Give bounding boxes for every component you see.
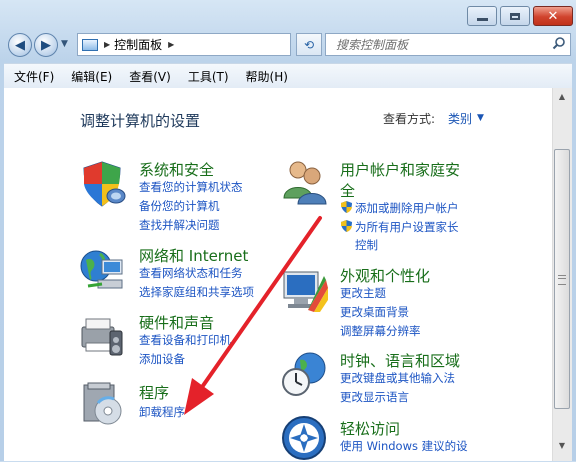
refresh-button[interactable]: ⟲ (296, 33, 322, 56)
uac-shield-icon (341, 220, 352, 232)
link-windows-suggested-settings[interactable]: 使用 Windows 建议的设 (340, 437, 468, 456)
annotation-arrow (184, 216, 322, 415)
link-parental-controls-label[interactable]: 为所有用户设置家长 (355, 220, 459, 234)
programs-icon[interactable] (78, 379, 126, 427)
link-add-remove-users-label[interactable]: 添加或删除用户帐户 (355, 201, 459, 215)
scroll-grip (558, 275, 566, 285)
system-security-icon[interactable] (78, 160, 126, 208)
minimize-icon (476, 17, 488, 21)
search-icon[interactable] (552, 36, 570, 54)
ease-of-access-icon[interactable] (280, 414, 328, 462)
user-accounts-icon[interactable] (280, 158, 328, 206)
maximize-icon (510, 12, 520, 20)
link-change-display-language[interactable]: 更改显示语言 (340, 388, 409, 407)
category-system-security[interactable]: 系统和安全 (139, 159, 214, 180)
view-by-dropdown[interactable]: 类别 (448, 110, 472, 127)
view-by-label: 查看方式: (383, 112, 436, 126)
scroll-up-button[interactable]: ▲ (553, 89, 571, 105)
address-bar[interactable]: ▶ 控制面板 ▶ (77, 33, 291, 56)
back-button[interactable]: ◀ (8, 33, 32, 57)
breadcrumb-separator[interactable]: ▶ (104, 40, 110, 49)
category-ease-of-access[interactable]: 轻松访问 (340, 418, 400, 439)
scroll-grip (558, 278, 566, 279)
forward-arrow-icon: ▶ (41, 37, 51, 53)
menu-view[interactable]: 查看(V) (119, 68, 178, 85)
link-parental-controls[interactable]: 为所有用户设置家长 (340, 218, 459, 237)
menu-tools[interactable]: 工具(T) (178, 68, 236, 85)
back-arrow-icon: ◀ (15, 37, 25, 53)
link-adjust-resolution[interactable]: 调整屏幕分辨率 (340, 322, 421, 341)
link-change-keyboard[interactable]: 更改键盘或其他输入法 (340, 369, 455, 388)
link-change-theme[interactable]: 更改主题 (340, 284, 386, 303)
control-panel-icon (82, 38, 98, 51)
uac-shield-icon (341, 201, 352, 213)
recent-pages-dropdown[interactable]: ▼ (61, 39, 71, 51)
search-box[interactable] (325, 33, 571, 56)
link-view-computer-status[interactable]: 查看您的计算机状态 (139, 178, 243, 197)
dropdown-caret-icon[interactable]: ▼ (477, 113, 484, 123)
breadcrumb-separator[interactable]: ▶ (168, 40, 174, 49)
page-title: 调整计算机的设置 (80, 112, 201, 130)
category-clock-language-region[interactable]: 时钟、语言和区域 (340, 350, 460, 371)
menu-bar: 文件(F) 编辑(E) 查看(V) 工具(T) 帮助(H) (4, 63, 572, 89)
search-input[interactable] (334, 36, 552, 53)
scroll-down-button[interactable]: ▼ (553, 438, 571, 454)
link-change-desktop-background[interactable]: 更改桌面背景 (340, 303, 409, 322)
menu-file[interactable]: 文件(F) (4, 68, 61, 85)
category-appearance[interactable]: 外观和个性化 (340, 265, 430, 286)
minimize-button[interactable] (467, 6, 497, 26)
category-user-accounts-cont[interactable]: 全 (340, 180, 355, 201)
link-parental-controls-cont[interactable]: 控制 (355, 236, 378, 255)
menu-help[interactable]: 帮助(H) (236, 68, 295, 85)
menu-edit[interactable]: 编辑(E) (61, 68, 119, 85)
close-button[interactable]: ✕ (533, 6, 573, 26)
close-icon: ✕ (547, 8, 559, 24)
hardware-sound-icon[interactable] (78, 311, 126, 359)
breadcrumb-control-panel[interactable]: 控制面板 (114, 36, 162, 53)
link-add-remove-users[interactable]: 添加或删除用户帐户 (340, 199, 459, 218)
maximize-button[interactable] (500, 6, 530, 26)
network-internet-icon[interactable] (78, 246, 126, 294)
forward-button[interactable]: ▶ (34, 33, 58, 57)
category-user-accounts[interactable]: 用户帐户和家庭安 (340, 159, 460, 180)
category-programs[interactable]: 程序 (139, 382, 169, 403)
refresh-icon: ⟲ (303, 37, 315, 52)
